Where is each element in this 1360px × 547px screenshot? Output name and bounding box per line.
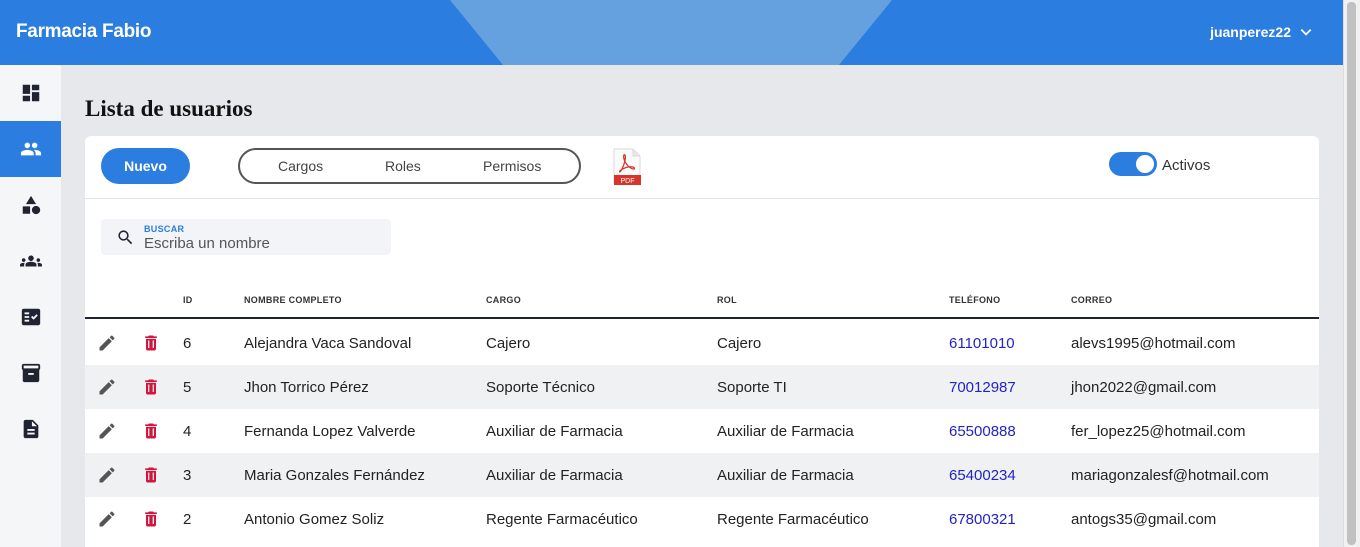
users-card: Nuevo Cargos Roles Permisos PDF Activos … — [85, 136, 1319, 547]
cell-email: fer_lopez25@hotmail.com — [1071, 423, 1246, 440]
column-header-email[interactable]: CORREO — [1071, 295, 1112, 305]
toolbar: Nuevo Cargos Roles Permisos PDF Activos — [85, 136, 1319, 199]
search-label: BUSCAR — [144, 224, 185, 234]
checklist-icon — [21, 308, 40, 326]
sidebar — [0, 65, 61, 547]
table-row: 6 Alejandra Vaca Sandoval Cajero Cajero … — [85, 321, 1319, 365]
cell-phone[interactable]: 70012987 — [949, 379, 1016, 396]
tab-roles[interactable]: Roles — [385, 158, 421, 174]
sidebar-item-categories[interactable] — [0, 177, 61, 233]
tab-cargos[interactable]: Cargos — [278, 158, 323, 174]
sidebar-item-checklist[interactable] — [0, 289, 61, 345]
pdf-export-icon[interactable]: PDF — [613, 148, 641, 185]
cell-name: Alejandra Vaca Sandoval — [244, 335, 412, 352]
archive-icon — [21, 363, 40, 383]
cell-phone[interactable]: 65400234 — [949, 467, 1016, 484]
cell-email: mariagonzalesf@hotmail.com — [1071, 467, 1269, 484]
cell-rol: Cajero — [717, 335, 762, 352]
table-header: ID NOMBRE COMPLETO CARGO ROL TELÉFONO CO… — [85, 283, 1319, 319]
edit-icon[interactable] — [97, 333, 117, 353]
sidebar-item-groups[interactable] — [0, 233, 61, 289]
cell-name: Maria Gonzales Fernández — [244, 467, 425, 484]
table-row: 5 Jhon Torrico Pérez Soporte Técnico Sop… — [85, 365, 1319, 409]
cell-id: 5 — [183, 379, 192, 396]
active-filter-toggle[interactable] — [1109, 152, 1157, 176]
table-row: 2 Antonio Gomez Soliz Regente Farmacéuti… — [85, 497, 1319, 541]
column-header-id[interactable]: ID — [183, 295, 193, 305]
cell-id: 6 — [183, 335, 192, 352]
cell-name: Antonio Gomez Soliz — [244, 511, 385, 528]
brand-title[interactable]: Farmacia Fabio — [16, 21, 151, 43]
section-tabs: Cargos Roles Permisos — [238, 148, 581, 184]
column-header-name[interactable]: NOMBRE COMPLETO — [244, 295, 342, 305]
cell-cargo: Auxiliar de Farmacia — [486, 423, 623, 440]
cell-cargo: Regente Farmacéutico — [486, 511, 638, 528]
table-row: 3 Maria Gonzales Fernández Auxiliar de F… — [85, 453, 1319, 497]
cell-phone[interactable]: 67800321 — [949, 511, 1016, 528]
cell-phone[interactable]: 61101010 — [949, 335, 1015, 352]
cell-name: Jhon Torrico Pérez — [244, 379, 369, 396]
column-header-rol[interactable]: ROL — [717, 295, 737, 305]
cell-id: 4 — [183, 423, 192, 440]
cell-email: jhon2022@gmail.com — [1071, 379, 1217, 396]
cell-cargo: Cajero — [486, 335, 531, 352]
delete-icon[interactable] — [141, 464, 161, 486]
cell-cargo: Soporte Técnico — [486, 379, 595, 396]
cell-id: 3 — [183, 467, 192, 484]
users-icon — [20, 142, 41, 156]
cell-rol: Soporte TI — [717, 379, 787, 396]
sidebar-item-dashboard[interactable] — [0, 65, 61, 121]
delete-icon[interactable] — [141, 376, 161, 398]
tab-permisos[interactable]: Permisos — [483, 158, 541, 174]
header-decoration — [450, 0, 892, 65]
top-bar: Farmacia Fabio juanperez22 — [0, 0, 1343, 65]
cell-rol: Auxiliar de Farmacia — [717, 423, 854, 440]
edit-icon[interactable] — [97, 509, 117, 529]
active-filter-label: Activos — [1162, 157, 1211, 174]
categories-icon — [22, 195, 40, 215]
pdf-label: PDF — [621, 178, 635, 185]
edit-icon[interactable] — [97, 377, 117, 397]
delete-icon[interactable] — [141, 420, 161, 442]
delete-icon[interactable] — [141, 508, 161, 530]
user-name: juanperez22 — [1210, 24, 1291, 40]
table-row: 4 Fernanda Lopez Valverde Auxiliar de Fa… — [85, 409, 1319, 453]
sidebar-item-document[interactable] — [0, 401, 61, 457]
search-input[interactable] — [144, 235, 374, 252]
groups-icon — [19, 255, 42, 267]
search-box: BUSCAR — [101, 219, 391, 255]
cell-id: 2 — [183, 511, 192, 528]
column-header-cargo[interactable]: CARGO — [486, 295, 521, 305]
edit-icon[interactable] — [97, 421, 117, 441]
sidebar-item-users[interactable] — [0, 121, 61, 177]
user-menu[interactable]: juanperez22 — [1210, 24, 1313, 40]
dashboard-icon — [22, 84, 39, 102]
sidebar-item-archive[interactable] — [0, 345, 61, 401]
new-user-button[interactable]: Nuevo — [101, 148, 190, 184]
cell-name: Fernanda Lopez Valverde — [244, 423, 416, 440]
chevron-down-icon — [1300, 29, 1312, 36]
cell-cargo: Auxiliar de Farmacia — [486, 467, 623, 484]
cell-rol: Regente Farmacéutico — [717, 511, 869, 528]
cell-email: alevs1995@hotmail.com — [1071, 335, 1236, 352]
document-icon — [23, 419, 38, 439]
delete-icon[interactable] — [141, 332, 161, 354]
column-header-phone[interactable]: TELÉFONO — [949, 295, 1000, 305]
page-title: Lista de usuarios — [85, 96, 253, 121]
cell-email: antogs35@gmail.com — [1071, 511, 1217, 528]
cell-rol: Auxiliar de Farmacia — [717, 467, 854, 484]
edit-icon[interactable] — [97, 465, 117, 485]
search-icon — [118, 230, 133, 245]
toggle-knob — [1136, 155, 1154, 173]
cell-phone[interactable]: 65500888 — [949, 423, 1016, 440]
scrollbar-thumb[interactable] — [1347, 2, 1356, 545]
